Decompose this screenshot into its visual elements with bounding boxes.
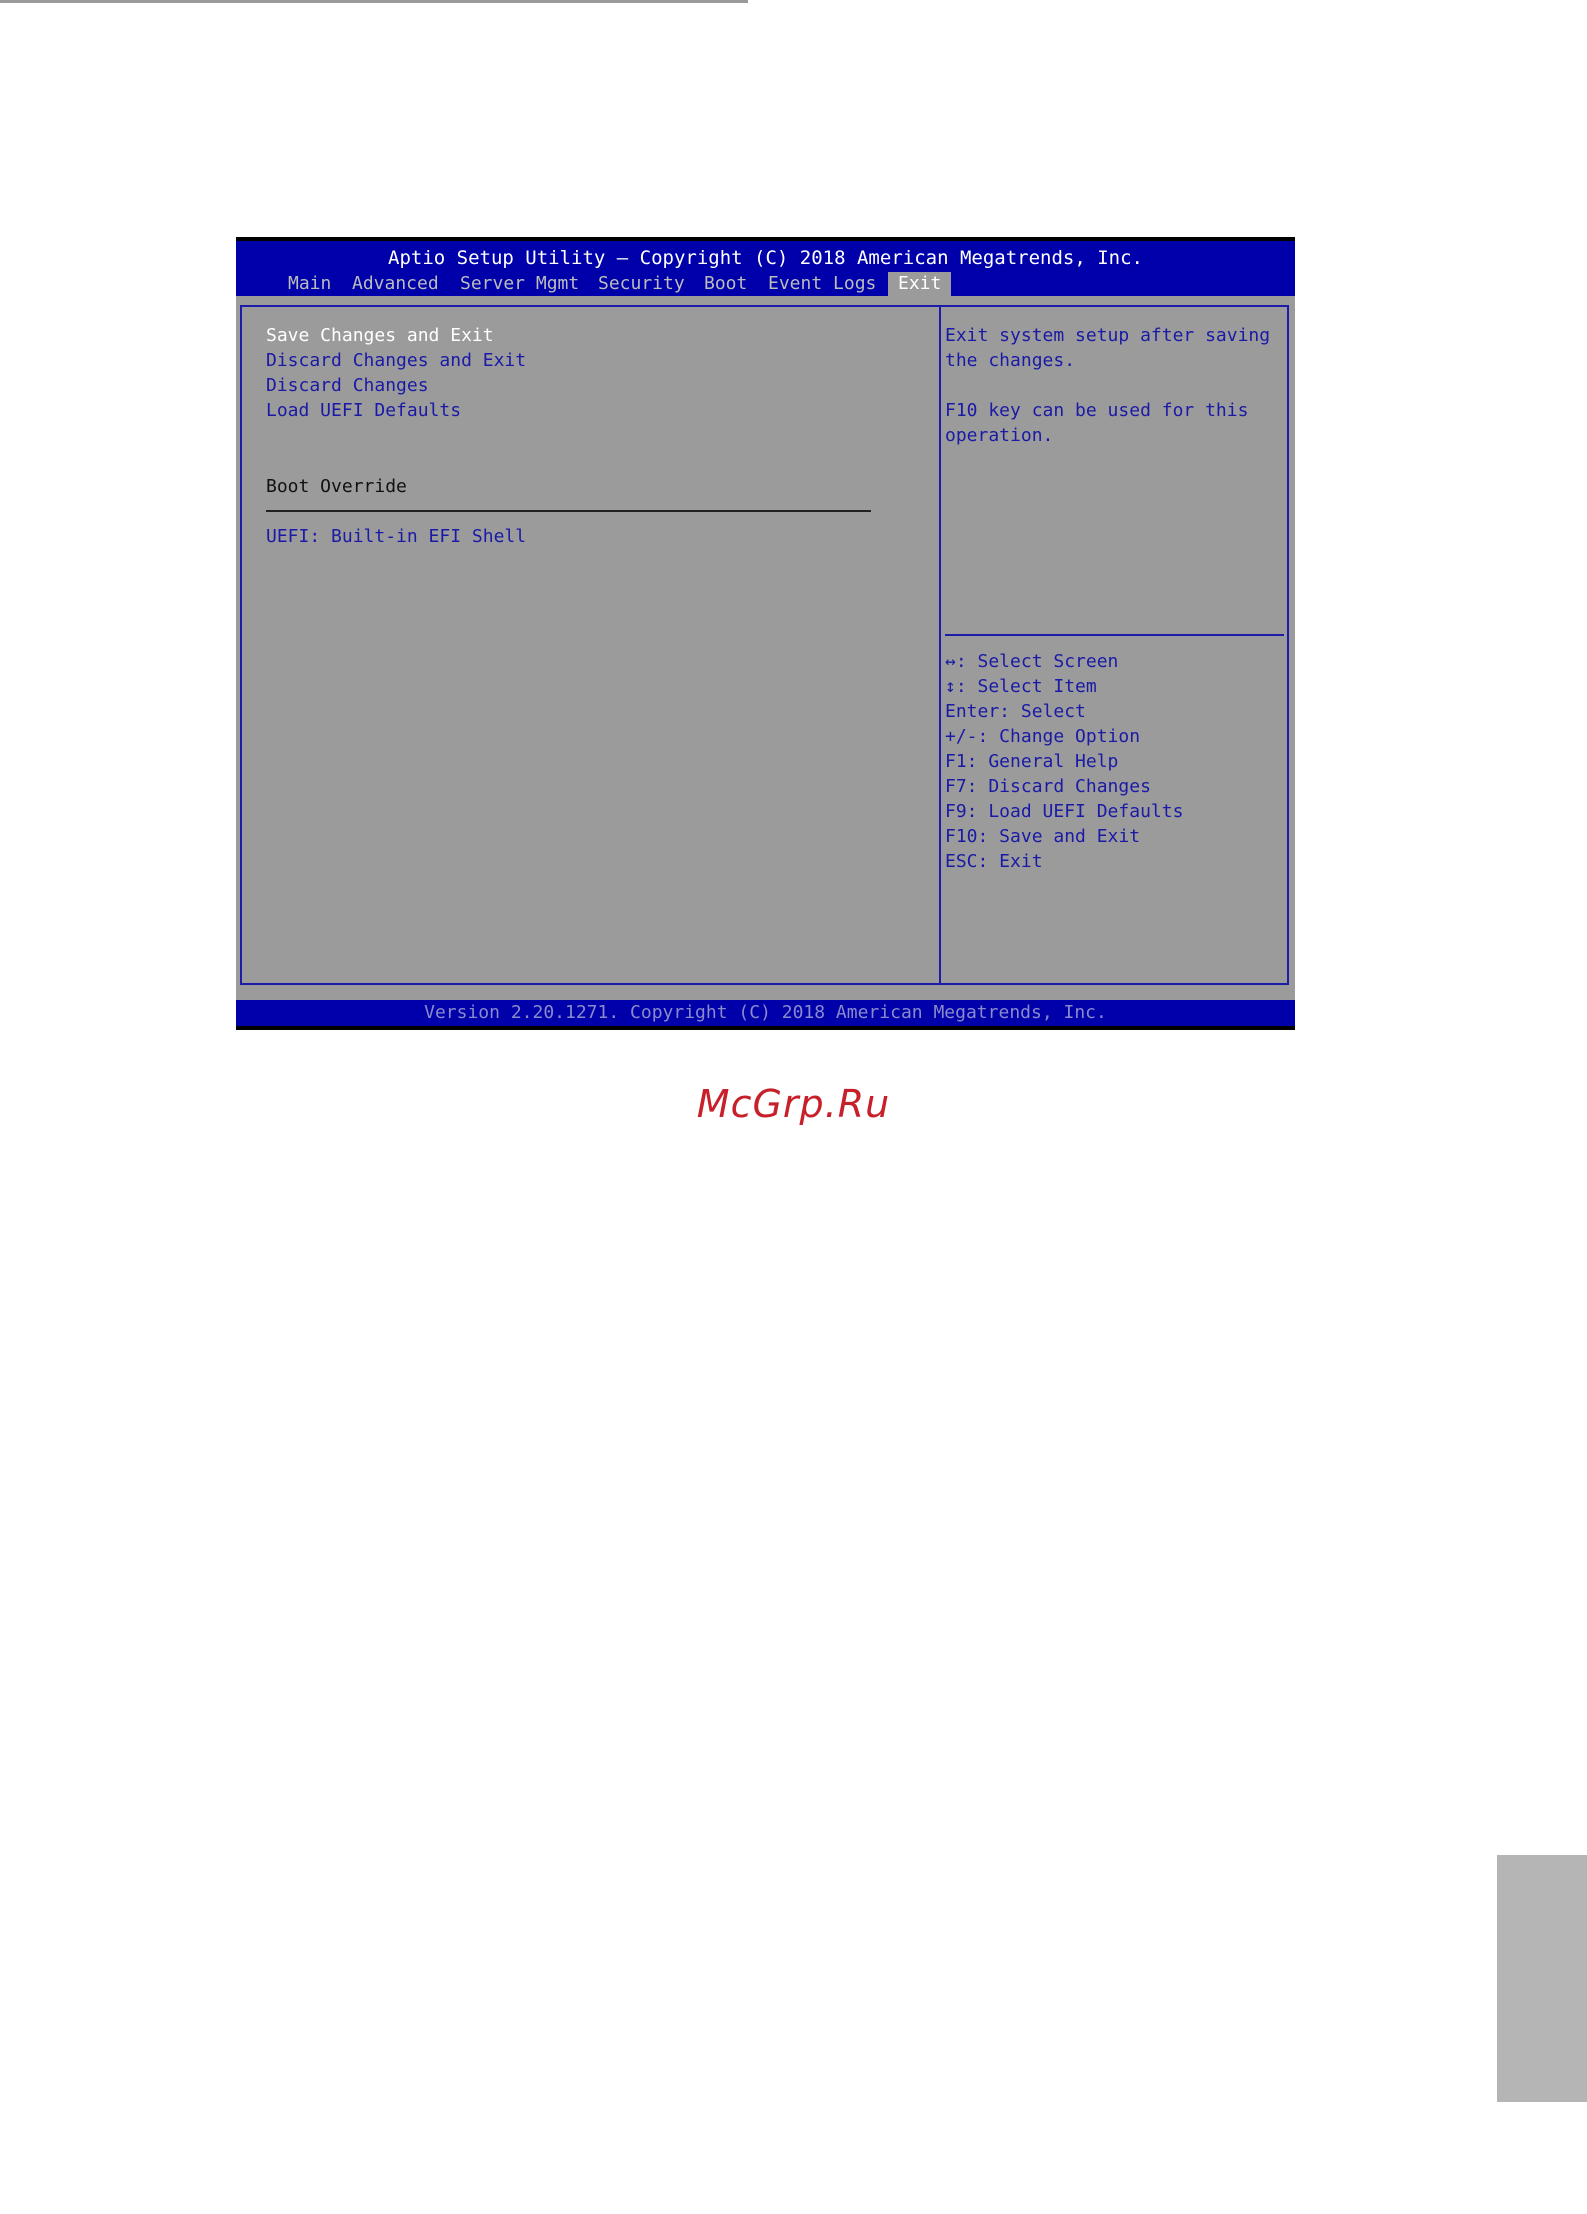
- panel-divider: [939, 307, 941, 983]
- help-text-line: Exit system setup after saving: [945, 325, 1271, 346]
- tab-server-mgmt[interactable]: Server Mgmt: [450, 272, 589, 296]
- key-hint-change-option: +/-: Change Option: [945, 726, 1141, 747]
- key-hint-load-defaults: F9: Load UEFI Defaults: [945, 801, 1184, 822]
- key-hint-select-screen: ↔: Select Screen: [945, 651, 1119, 672]
- key-hint-general-help: F1: General Help: [945, 751, 1119, 772]
- page-side-tab: [1497, 1855, 1587, 2102]
- save-changes-and-exit-item[interactable]: Save Changes and Exit: [266, 325, 494, 346]
- key-hint-select-item: ↕: Select Item: [945, 676, 1097, 697]
- watermark-logo: McGrp.Ru: [696, 1082, 891, 1126]
- discard-changes-and-exit-item[interactable]: Discard Changes and Exit: [266, 350, 526, 371]
- tab-main[interactable]: Main: [278, 272, 341, 296]
- bios-setup-screen: Aptio Setup Utility – Copyright (C) 2018…: [236, 237, 1295, 1030]
- tab-advanced[interactable]: Advanced: [342, 272, 449, 296]
- help-text-line: the changes.: [945, 350, 1076, 371]
- boot-override-heading: Boot Override: [266, 476, 407, 497]
- tab-event-logs[interactable]: Event Logs: [758, 272, 886, 296]
- page-top-rule: [0, 0, 748, 3]
- boot-override-rule: [266, 510, 871, 512]
- key-hint-discard-changes: F7: Discard Changes: [945, 776, 1151, 797]
- bios-header: Aptio Setup Utility – Copyright (C) 2018…: [236, 241, 1295, 296]
- help-text-line: F10 key can be used for this: [945, 400, 1249, 421]
- help-divider: [945, 634, 1284, 636]
- bios-title: Aptio Setup Utility – Copyright (C) 2018…: [388, 247, 1143, 269]
- load-uefi-defaults-item[interactable]: Load UEFI Defaults: [266, 400, 461, 421]
- key-hint-enter: Enter: Select: [945, 701, 1086, 722]
- main-frame: Save Changes and Exit Discard Changes an…: [240, 305, 1289, 985]
- bios-footer: Version 2.20.1271. Copyright (C) 2018 Am…: [236, 1000, 1295, 1026]
- uefi-built-in-efi-shell-item[interactable]: UEFI: Built-in EFI Shell: [266, 526, 526, 547]
- help-text-line: operation.: [945, 425, 1054, 446]
- discard-changes-item[interactable]: Discard Changes: [266, 375, 429, 396]
- tab-boot[interactable]: Boot: [694, 272, 757, 296]
- key-hint-save-exit: F10: Save and Exit: [945, 826, 1141, 847]
- tab-exit[interactable]: Exit: [888, 272, 952, 296]
- key-hint-esc: ESC: Exit: [945, 851, 1043, 872]
- tab-security[interactable]: Security: [588, 272, 695, 296]
